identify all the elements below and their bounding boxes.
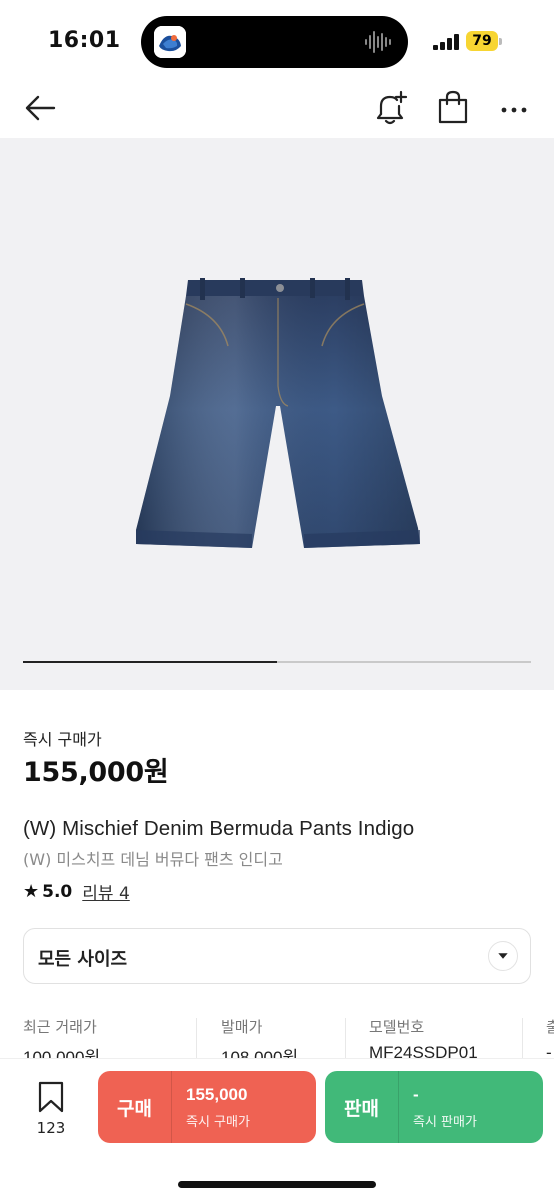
info-extra: 출 - xyxy=(546,1016,554,1058)
battery-icon: 79 xyxy=(466,31,502,51)
sell-button-label: 판매 xyxy=(325,1071,399,1143)
info-recent-trade: 최근 거래가 100,000원 xyxy=(23,1016,100,1058)
gallery-indicator-fill xyxy=(23,661,277,663)
info-value: 100,000원 xyxy=(23,1048,101,1058)
dynamic-island xyxy=(141,16,408,68)
info-model-number: 모델번호 MF24SSDP01 xyxy=(369,1016,478,1058)
buy-button[interactable]: 구매 155,000 즉시 구매가 xyxy=(98,1071,316,1143)
info-label: 발매가 xyxy=(221,1018,263,1036)
rating-row: ★ 5.0 리뷰 4 xyxy=(23,879,130,904)
signal-icon xyxy=(433,34,459,50)
instant-buy-price-label: 즉시 구매가 xyxy=(23,730,102,749)
instant-buy-price: 155,000원 xyxy=(23,757,169,788)
info-label: 최근 거래가 xyxy=(23,1018,97,1036)
star-icon: ★ xyxy=(23,881,40,902)
buy-button-sub: 즉시 구매가 xyxy=(186,1115,250,1130)
product-info-row: 최근 거래가 100,000원 발매가 108,000원 모델번호 MF24SS… xyxy=(0,1016,554,1058)
bookmark-count: 123 xyxy=(36,1119,66,1137)
bell-plus-icon[interactable] xyxy=(372,88,408,126)
info-value: MF24SSDP01 xyxy=(369,1043,478,1058)
audio-wave-icon xyxy=(365,31,391,53)
more-icon[interactable] xyxy=(496,88,532,126)
product-title-en: (W) Mischief Denim Bermuda Pants Indigo xyxy=(23,817,415,840)
sell-button-price: - xyxy=(413,1085,419,1104)
info-label: 출 xyxy=(546,1018,554,1036)
chevron-down-icon xyxy=(488,941,518,971)
rating-score: 5.0 xyxy=(42,881,73,902)
app-icon xyxy=(154,26,186,58)
bookmark-button[interactable]: 123 xyxy=(28,1081,74,1141)
divider xyxy=(196,1018,197,1058)
info-release-price: 발매가 108,000원 xyxy=(221,1016,298,1058)
divider xyxy=(522,1018,523,1058)
info-value: - xyxy=(546,1043,552,1058)
bottom-action-bar: 123 구매 155,000 즉시 구매가 판매 - 즉시 판매가 xyxy=(0,1058,554,1200)
product-image xyxy=(136,278,420,548)
status-bar: 16:01 79 xyxy=(0,0,554,84)
arrow-left-icon[interactable] xyxy=(22,90,58,126)
size-select-value: 모든 사이즈 xyxy=(38,949,128,970)
buy-button-label: 구매 xyxy=(98,1071,172,1143)
size-select[interactable]: 모든 사이즈 xyxy=(23,928,531,984)
info-label: 모델번호 xyxy=(369,1018,425,1036)
product-image-gallery[interactable] xyxy=(0,138,554,690)
divider xyxy=(345,1018,346,1058)
sell-button-sub: 즉시 판매가 xyxy=(413,1115,477,1130)
product-title-ko: (W) 미스치프 데님 버뮤다 팬츠 인디고 xyxy=(23,850,283,869)
bookmark-icon xyxy=(38,1081,64,1113)
status-time: 16:01 xyxy=(48,28,121,53)
top-nav xyxy=(0,84,554,138)
sell-button[interactable]: 판매 - 즉시 판매가 xyxy=(325,1071,543,1143)
shopping-bag-icon[interactable] xyxy=(436,88,470,126)
gallery-indicator xyxy=(23,661,531,663)
buy-button-price: 155,000 xyxy=(186,1085,248,1104)
home-indicator xyxy=(178,1181,376,1188)
review-link[interactable]: 리뷰 4 xyxy=(82,879,130,904)
battery-level: 79 xyxy=(466,31,498,51)
info-value: 108,000원 xyxy=(221,1048,299,1058)
